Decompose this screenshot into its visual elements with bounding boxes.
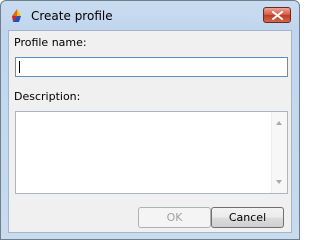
description-scrollbar[interactable] [271, 112, 287, 193]
app-logo-icon [9, 8, 25, 24]
create-profile-dialog: Create profile Profile name: Description… [0, 0, 300, 240]
text-caret [19, 61, 20, 73]
description-textarea[interactable] [16, 112, 271, 193]
close-button[interactable] [263, 7, 291, 23]
ok-button[interactable]: OK [138, 207, 211, 228]
description-field[interactable] [15, 111, 288, 194]
window-title: Create profile [31, 9, 113, 23]
scroll-up-arrow-icon[interactable] [276, 121, 282, 125]
description-label: Description: [14, 90, 81, 103]
cancel-button[interactable]: Cancel [211, 207, 284, 228]
scroll-down-arrow-icon[interactable] [276, 180, 282, 184]
profile-name-input[interactable] [15, 57, 288, 77]
close-icon [272, 11, 283, 20]
profile-name-label: Profile name: [14, 36, 87, 49]
dialog-content: Profile name: Description: OK Cancel [8, 30, 292, 233]
title-bar[interactable]: Create profile [1, 1, 299, 30]
